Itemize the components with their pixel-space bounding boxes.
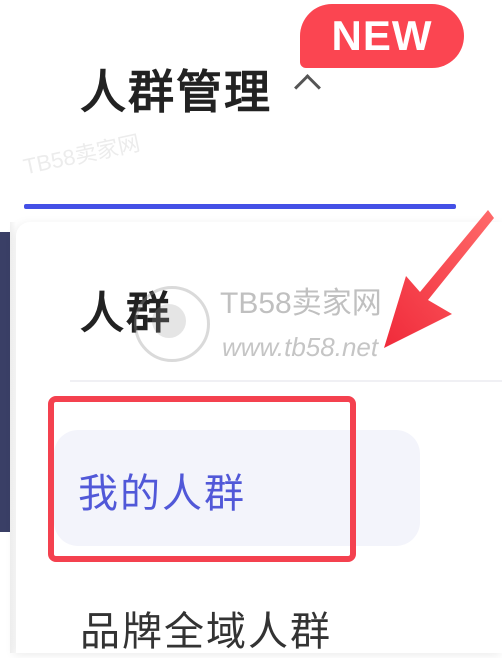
section-divider	[70, 380, 502, 382]
highlight-box-annotation	[48, 396, 356, 562]
crowd-management-title: 人群管理	[80, 65, 272, 119]
dropdown-shadow	[10, 222, 16, 653]
chevron-up-icon[interactable]	[294, 73, 321, 101]
watermark-url: www.tb58.net	[222, 332, 379, 362]
watermark-faint-text: TB58卖家网	[21, 130, 143, 180]
red-arrow-icon	[384, 210, 494, 348]
new-badge: NEW	[300, 4, 464, 68]
watermark-logo-inner	[152, 304, 186, 338]
left-edge-strip	[0, 232, 10, 532]
menu-item-brand-crowd[interactable]: 品牌全域人群	[80, 606, 332, 658]
crowd-management-menu[interactable]: 人群管理	[80, 64, 321, 120]
watermark-title: TB58卖家网	[220, 287, 382, 320]
